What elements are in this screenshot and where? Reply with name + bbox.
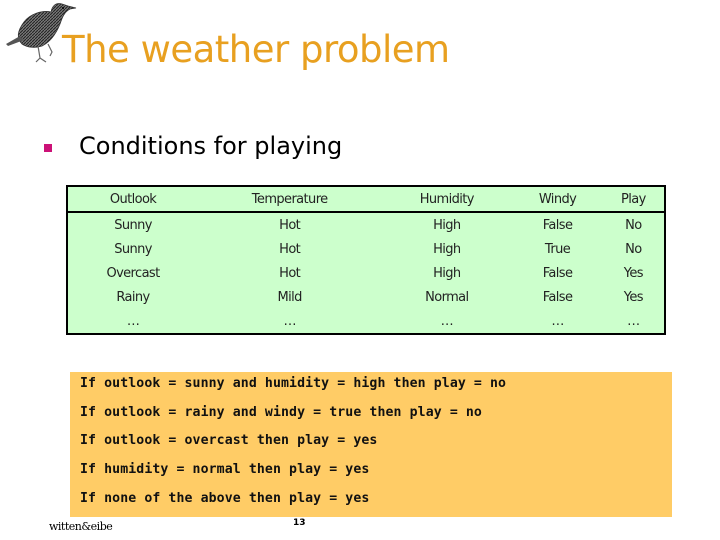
cell-windy: True xyxy=(544,241,571,257)
rules-box: If outlook = sunny and humidity = high t… xyxy=(70,372,672,517)
cell-windy: False xyxy=(542,217,573,233)
table-row: Sunny Hot High False No xyxy=(67,212,665,237)
cell-humidity: Normal xyxy=(425,289,469,305)
table-row: Rainy Mild Normal False Yes xyxy=(67,285,665,309)
cell-outlook: Sunny xyxy=(114,217,152,233)
header-humidity: Humidity xyxy=(419,191,475,207)
cell-play: Yes xyxy=(623,265,644,281)
cell-windy: … xyxy=(551,313,564,329)
rule-line: If outlook = sunny and humidity = high t… xyxy=(80,376,507,391)
cell-humidity: High xyxy=(433,241,461,257)
cell-outlook: Sunny xyxy=(114,241,152,257)
cell-play: No xyxy=(625,217,642,233)
header-temperature: Temperature xyxy=(251,191,328,207)
cell-play: Yes xyxy=(623,289,644,305)
cell-temperature: … xyxy=(283,313,296,329)
table-row: Sunny Hot High True No xyxy=(67,237,665,261)
cell-windy: False xyxy=(542,289,573,305)
cell-temperature: Mild xyxy=(277,289,303,305)
cell-temperature: Hot xyxy=(279,265,301,281)
cell-outlook: … xyxy=(126,313,140,329)
page-number: 13 xyxy=(293,518,306,528)
cell-play: … xyxy=(627,313,640,329)
cell-temperature: Hot xyxy=(279,241,301,257)
weather-data-table: Outlook Temperature Humidity Windy Play … xyxy=(66,185,666,335)
cell-play: No xyxy=(625,241,642,257)
cell-humidity: High xyxy=(433,265,461,281)
bullet-text: Conditions for playing xyxy=(79,132,343,160)
rule-line: If humidity = normal then play = yes xyxy=(80,462,370,477)
table-row: Overcast Hot High False Yes xyxy=(67,261,665,285)
cell-humidity: … xyxy=(440,313,454,329)
cell-outlook: Overcast xyxy=(106,265,160,281)
header-windy: Windy xyxy=(538,191,577,207)
header-outlook: Outlook xyxy=(109,191,157,207)
cell-windy: False xyxy=(542,265,573,281)
rule-line: If outlook = overcast then play = yes xyxy=(80,433,378,448)
slide-title: The weather problem xyxy=(62,28,450,71)
cell-temperature: Hot xyxy=(279,217,301,233)
square-bullet-icon xyxy=(44,144,52,152)
footer-author: witten&eibe xyxy=(49,520,113,533)
table-header-row: Outlook Temperature Humidity Windy Play xyxy=(67,186,665,212)
header-play: Play xyxy=(621,191,646,207)
table-row-ellipsis: … … … … … xyxy=(67,309,665,334)
rule-line: If none of the above then play = yes xyxy=(80,491,370,506)
rule-line: If outlook = rainy and windy = true then… xyxy=(80,405,482,420)
cell-humidity: High xyxy=(433,217,461,233)
cell-outlook: Rainy xyxy=(116,289,150,305)
